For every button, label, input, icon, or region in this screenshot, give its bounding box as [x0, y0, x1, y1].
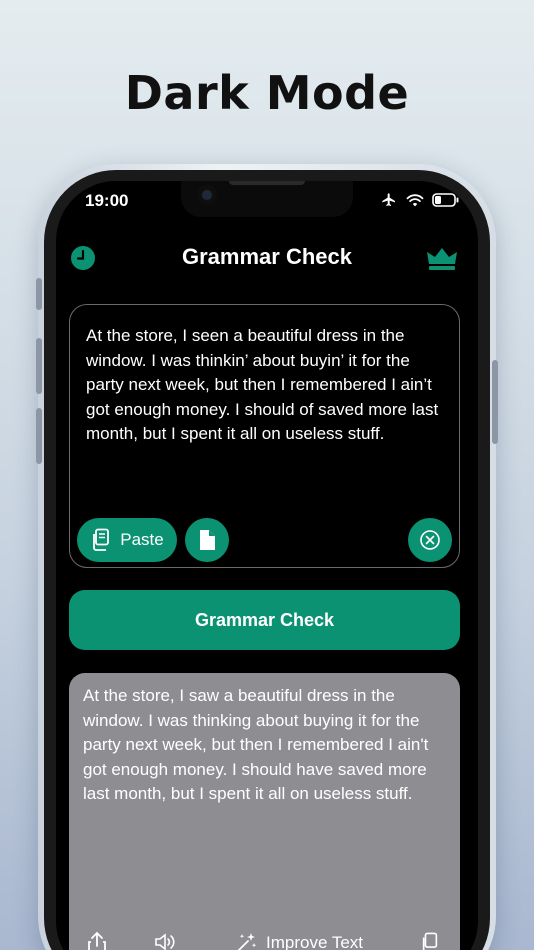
battery-icon	[432, 193, 459, 207]
document-button[interactable]	[185, 518, 229, 562]
app-top-bar: Grammar Check	[56, 236, 478, 280]
volume-down-button	[36, 408, 42, 464]
phone-screen: 19:00 Grammar Check At the store, I seen…	[56, 181, 478, 950]
status-time: 19:00	[85, 191, 129, 210]
status-icons	[380, 192, 460, 208]
output-text-card: At the store, I saw a beautiful dress in…	[69, 673, 460, 950]
copy-icon	[422, 932, 438, 950]
mute-switch	[36, 278, 42, 310]
share-button[interactable]	[87, 931, 107, 950]
notch	[181, 181, 353, 217]
input-text-card[interactable]: At the store, I seen a beautiful dress i…	[69, 304, 460, 568]
crown-icon	[427, 248, 457, 270]
copy-button[interactable]	[420, 931, 440, 950]
clear-button[interactable]	[408, 518, 452, 562]
clipboard-icon	[93, 528, 110, 551]
document-icon	[200, 530, 215, 550]
earpiece-speaker	[229, 181, 305, 185]
wifi-icon	[406, 194, 424, 207]
improve-text-label: Improve Text	[266, 933, 364, 950]
power-button	[492, 360, 498, 444]
airplane-icon	[382, 193, 395, 206]
improve-text-button[interactable]: Improve Text	[234, 931, 363, 950]
paste-button[interactable]: Paste	[77, 518, 177, 562]
output-text: At the store, I saw a beautiful dress in…	[83, 686, 429, 803]
speak-button[interactable]	[153, 931, 177, 950]
share-icon	[88, 931, 106, 950]
clear-circle-icon	[420, 530, 440, 550]
input-text[interactable]: At the store, I seen a beautiful dress i…	[86, 324, 446, 447]
volume-up-button	[36, 338, 42, 394]
premium-button[interactable]	[426, 246, 458, 272]
sparkle-wand-icon	[237, 933, 257, 950]
front-camera	[197, 185, 217, 205]
output-toolbar: Improve Text	[69, 931, 460, 950]
speaker-icon	[155, 933, 175, 950]
grammar-check-button[interactable]: Grammar Check	[69, 590, 460, 650]
headline: Dark Mode	[124, 66, 410, 120]
paste-label: Paste	[120, 530, 164, 549]
app-title: Grammar Check	[182, 244, 352, 269]
